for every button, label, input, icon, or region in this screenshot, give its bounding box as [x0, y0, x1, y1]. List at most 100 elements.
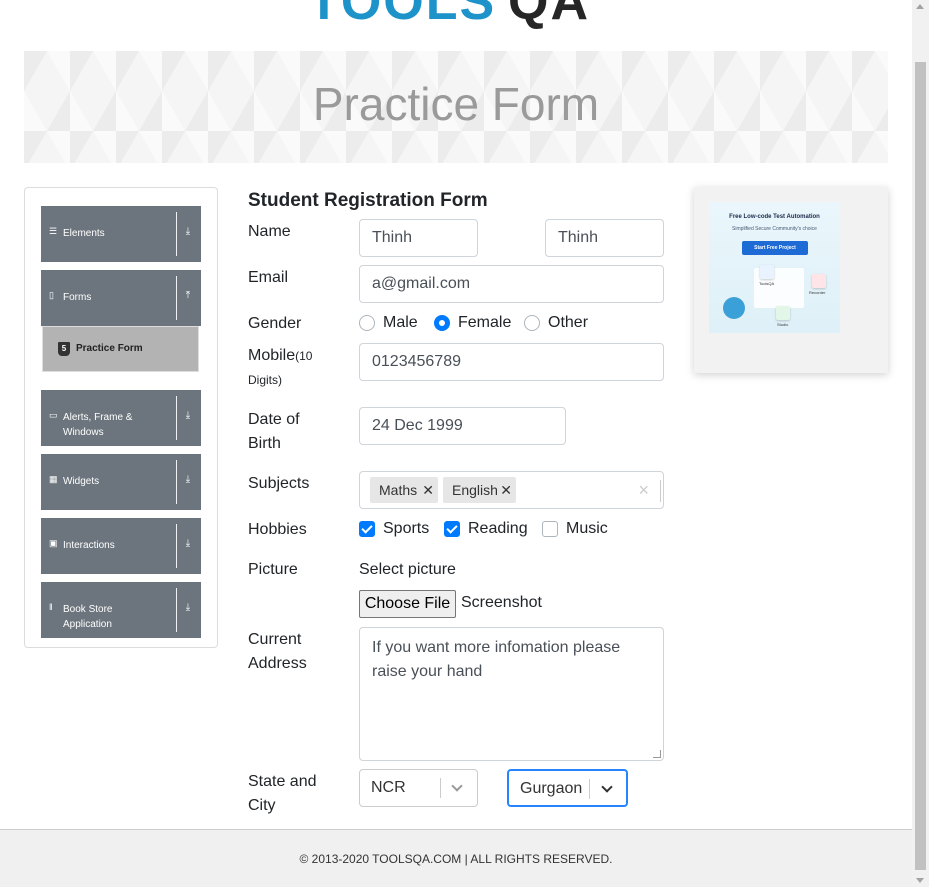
page-title: Practice Form: [312, 78, 600, 130]
scroll-thumb[interactable]: [915, 62, 926, 870]
recorder-tile-icon: [812, 274, 826, 288]
footer-copyright: © 2013-2020 TOOLSQA.COM | ALL RIGHTS RES…: [299, 852, 613, 866]
sidebar-group-label: Book Store Application: [63, 604, 113, 630]
state-city-label: State and City: [248, 773, 317, 814]
radio-circle[interactable]: [434, 315, 450, 331]
address-text: If you want more infomation please raise…: [372, 639, 621, 680]
checkbox-label: Sports: [383, 520, 430, 537]
page-footer: © 2013-2020 TOOLSQA.COM | ALL RIGHTS RES…: [0, 829, 912, 887]
separator: [176, 212, 177, 256]
radio-label: Other: [548, 314, 589, 331]
advertisement[interactable]: Free Low-code Test Automation Simplified…: [694, 187, 888, 373]
form-title: Student Registration Form: [248, 190, 488, 211]
toolsqa-tile-icon: [760, 265, 774, 279]
sidebar-group-label: Widgets: [63, 476, 100, 487]
name-label: Name: [248, 223, 291, 240]
download-arrow-icon[interactable]: ⤓: [181, 410, 195, 421]
checkbox-label: Reading: [468, 520, 528, 537]
email-input[interactable]: a@gmail.com: [359, 265, 664, 303]
document-icon: ▯: [49, 290, 54, 300]
separator: [660, 480, 661, 502]
select-picture-label: Select picture: [359, 561, 456, 578]
window-icon: ▭: [49, 410, 58, 420]
checkbox-box[interactable]: [542, 521, 558, 537]
gender-label: Gender: [248, 315, 302, 332]
radio-label: Female: [458, 314, 512, 331]
state-value: NCR: [371, 779, 406, 796]
checkbox-box[interactable]: [444, 521, 460, 537]
chevron-down-icon[interactable]: [451, 780, 463, 792]
state-select[interactable]: NCR: [359, 769, 478, 807]
sidebar-group-interactions[interactable]: ▣ Interactions ⤓: [41, 518, 201, 574]
separator: [176, 276, 177, 320]
subject-chip: Maths ✕: [370, 477, 438, 503]
sidebar-group-label: Elements: [63, 228, 105, 239]
vertical-scrollbar[interactable]: [912, 0, 929, 887]
download-arrow-icon[interactable]: ⤓: [181, 602, 195, 613]
page-banner: Practice Form: [24, 51, 888, 163]
ad-banner-image[interactable]: Free Low-code Test Automation Simplified…: [709, 202, 840, 333]
tile-label: Studio: [777, 322, 789, 327]
sidebar-menu: ☰ Elements ⤓ ▯ Forms ⤒ 5 Practice Form ▭…: [24, 187, 218, 648]
file-name-text: Screenshot: [461, 594, 542, 611]
current-address-textarea[interactable]: If you want more infomation please raise…: [359, 627, 664, 761]
sidebar-group-label: Alerts, Frame & Windows: [63, 412, 133, 438]
radio-circle[interactable]: [524, 315, 540, 331]
email-label: Email: [248, 269, 289, 286]
remove-chip-icon[interactable]: ✕: [500, 477, 512, 503]
subjects-input[interactable]: Maths ✕ English ✕ ×: [359, 471, 664, 509]
sidebar-group-alerts[interactable]: ▭ Alerts, Frame & Windows ⤓: [41, 390, 201, 446]
books-icon: ‖: [49, 602, 53, 612]
tile-label: Recorder: [809, 290, 826, 295]
last-name-input[interactable]: Thinh: [545, 219, 664, 257]
resize-grip-icon[interactable]: [653, 750, 661, 758]
studio-tile-icon: [776, 306, 790, 320]
download-arrow-icon[interactable]: ⤓: [181, 474, 195, 485]
clear-icon[interactable]: ×: [638, 480, 649, 500]
separator: [440, 778, 441, 798]
sidebar-group-book-store[interactable]: ‖ Book Store Application ⤓: [41, 582, 201, 638]
radio-label: Male: [383, 314, 418, 331]
picture-label: Picture: [248, 561, 298, 578]
mobile-input[interactable]: 0123456789: [359, 343, 664, 381]
city-value: Gurgaon: [520, 780, 583, 797]
separator: [176, 396, 177, 440]
current-address-label: Current Address: [248, 631, 307, 672]
download-arrow-icon[interactable]: ⤓: [181, 226, 195, 237]
ad-headline: Free Low-code Test Automation: [729, 214, 820, 220]
choose-file-button[interactable]: Choose File: [359, 590, 456, 618]
tile-label: ToolsQA: [759, 281, 775, 286]
first-name-input[interactable]: Thinh: [359, 219, 478, 257]
sidebar-item-practice-form[interactable]: 5 Practice Form: [42, 326, 199, 372]
scroll-up-icon[interactable]: [916, 4, 924, 9]
download-arrow-icon[interactable]: ⤓: [181, 538, 195, 549]
remove-chip-icon[interactable]: ✕: [422, 477, 434, 503]
sidebar-group-elements[interactable]: ☰ Elements ⤓: [41, 206, 201, 262]
ad-cta-button[interactable]: Start Free Project: [742, 241, 808, 255]
sidebar-group-label: Interactions: [63, 540, 115, 551]
sidebar-group-label: Forms: [63, 292, 92, 303]
logo-qa-text: QA: [508, 0, 590, 31]
mobile-label: Mobile(10 Digits): [248, 344, 338, 392]
separator: [176, 460, 177, 504]
toolsqa-logo[interactable]: TOOLS QA: [308, 0, 628, 40]
sidebar-item-label: Practice Form: [76, 343, 143, 354]
sidebar-group-widgets[interactable]: ▦ Widgets ⤓: [41, 454, 201, 510]
separator: [176, 588, 177, 632]
separator: [589, 779, 590, 799]
subjects-label: Subjects: [248, 475, 310, 492]
subject-chip: English ✕: [443, 477, 516, 503]
chevron-down-icon[interactable]: [601, 781, 613, 793]
checkbox-box[interactable]: [359, 521, 375, 537]
sidebar-group-forms[interactable]: ▯ Forms ⤒: [41, 270, 201, 326]
ad-subline: Simplified Secure Community's choice: [732, 226, 817, 232]
html5-icon: 5: [58, 342, 70, 356]
city-select[interactable]: Gurgaon: [507, 769, 628, 807]
subject-chip-label: English: [452, 482, 498, 498]
date-of-birth-input[interactable]: 24 Dec 1999: [359, 407, 566, 445]
scroll-down-icon[interactable]: [916, 878, 924, 883]
upload-arrow-icon[interactable]: ⤒: [181, 290, 195, 301]
grid-icon: ▦: [49, 474, 58, 484]
hobbies-label: Hobbies: [248, 521, 307, 538]
radio-circle[interactable]: [359, 315, 375, 331]
